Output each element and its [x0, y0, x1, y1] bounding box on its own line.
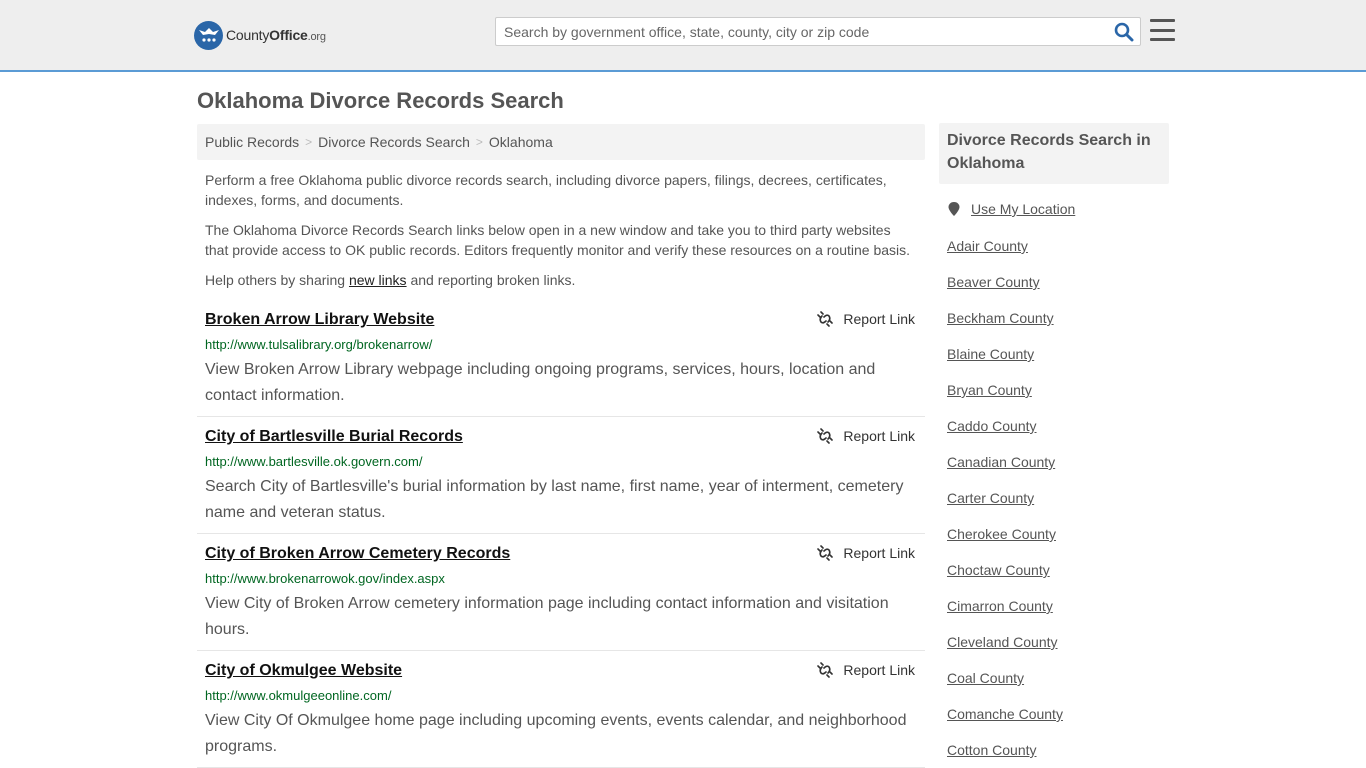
intro-help-text: Help others by sharing [205, 272, 349, 288]
result-url-link[interactable]: http://www.tulsalibrary.org/brokenarrow/ [205, 337, 432, 352]
result-description: View City Of Okmulgee home page includin… [205, 712, 907, 755]
county-link[interactable]: Cherokee County [947, 526, 1056, 542]
county-link[interactable]: Canadian County [947, 454, 1055, 470]
report-link-label: Report Link [843, 545, 915, 561]
page-title: Oklahoma Divorce Records Search [197, 88, 564, 113]
county-link[interactable]: Comanche County [947, 706, 1063, 722]
eagle-logo-icon [194, 20, 223, 50]
intro-paragraph-3: Help others by sharing new links and rep… [205, 270, 917, 290]
result-item: Broken Arrow Library Website Report Link… [197, 311, 925, 417]
county-list: Adair County Beaver County Beckham Count… [947, 236, 1063, 768]
county-link[interactable]: Caddo County [947, 418, 1037, 434]
report-link-label: Report Link [843, 311, 915, 327]
search-icon[interactable] [1114, 22, 1134, 42]
map-pin-icon [948, 202, 960, 216]
list-item: Cotton County [947, 740, 1063, 768]
broken-link-icon [817, 311, 834, 327]
result-title-link[interactable]: Broken Arrow Library Website [205, 311, 434, 329]
list-item: Caddo County [947, 416, 1063, 452]
list-item: Cimarron County [947, 596, 1063, 632]
logo-county: County [226, 27, 270, 43]
site-header: CountyOffice.org [0, 0, 1366, 72]
county-link[interactable]: Choctaw County [947, 562, 1050, 578]
result-item: City of Okmulgee Website Report Link htt… [197, 662, 925, 768]
sidebar-heading: Divorce Records Search in Oklahoma [939, 123, 1169, 184]
list-item: Choctaw County [947, 560, 1063, 596]
report-link-label: Report Link [843, 428, 915, 444]
search-bar [495, 17, 1141, 46]
list-item: Adair County [947, 236, 1063, 272]
report-link-label: Report Link [843, 662, 915, 678]
intro-paragraph-2: The Oklahoma Divorce Records Search link… [205, 222, 911, 258]
result-title-link[interactable]: City of Bartlesville Burial Records [205, 428, 463, 446]
county-link[interactable]: Coal County [947, 670, 1024, 686]
logo-office: Office [269, 27, 308, 43]
result-url-link[interactable]: http://www.brokenarrowok.gov/index.aspx [205, 571, 445, 586]
breadcrumb: Public Records > Divorce Records Search … [197, 124, 925, 160]
breadcrumb-divorce-records[interactable]: Divorce Records Search [318, 134, 470, 150]
result-url-link[interactable]: http://www.okmulgeeonline.com/ [205, 688, 391, 703]
list-item: Cleveland County [947, 632, 1063, 668]
breadcrumb-oklahoma[interactable]: Oklahoma [489, 134, 553, 150]
county-link[interactable]: Carter County [947, 490, 1034, 506]
result-item: City of Broken Arrow Cemetery Records Re… [197, 545, 925, 651]
list-item: Canadian County [947, 452, 1063, 488]
broken-link-icon [817, 662, 834, 678]
site-logo[interactable]: CountyOffice.org [194, 20, 326, 50]
logo-wordmark: CountyOffice.org [226, 27, 326, 43]
list-item: Coal County [947, 668, 1063, 704]
result-title-link[interactable]: City of Okmulgee Website [205, 662, 402, 680]
report-link-button[interactable]: Report Link [817, 545, 915, 561]
intro-paragraph-1: Perform a free Oklahoma public divorce r… [205, 172, 887, 208]
result-description: View Broken Arrow Library webpage includ… [205, 361, 876, 404]
breadcrumb-separator: > [305, 135, 313, 149]
report-link-button[interactable]: Report Link [817, 428, 915, 444]
county-link[interactable]: Blaine County [947, 346, 1034, 362]
result-description: Search City of Bartlesville's burial inf… [205, 478, 904, 521]
county-link[interactable]: Cotton County [947, 742, 1037, 758]
breadcrumb-separator: > [475, 135, 483, 149]
list-item: Beckham County [947, 308, 1063, 344]
broken-link-icon [817, 545, 834, 561]
broken-link-icon [817, 428, 834, 444]
new-links-link[interactable]: new links [349, 272, 407, 288]
county-link[interactable]: Adair County [947, 238, 1028, 254]
use-my-location-label: Use My Location [971, 201, 1076, 217]
county-link[interactable]: Bryan County [947, 382, 1032, 398]
list-item: Cherokee County [947, 524, 1063, 560]
report-link-button[interactable]: Report Link [817, 311, 915, 327]
logo-org: .org [307, 31, 326, 43]
county-link[interactable]: Cleveland County [947, 634, 1058, 650]
list-item: Carter County [947, 488, 1063, 524]
county-link[interactable]: Beaver County [947, 274, 1040, 290]
result-description: View City of Broken Arrow cemetery infor… [205, 595, 889, 638]
county-link[interactable]: Cimarron County [947, 598, 1053, 614]
hamburger-menu-icon[interactable] [1150, 19, 1175, 41]
intro-help-text-end: and reporting broken links. [406, 272, 576, 288]
county-link[interactable]: Beckham County [947, 310, 1054, 326]
list-item: Beaver County [947, 272, 1063, 308]
result-title-link[interactable]: City of Broken Arrow Cemetery Records [205, 545, 510, 563]
breadcrumb-public-records[interactable]: Public Records [205, 134, 299, 150]
report-link-button[interactable]: Report Link [817, 662, 915, 678]
list-item: Comanche County [947, 704, 1063, 740]
search-input[interactable] [496, 18, 1106, 45]
result-url-link[interactable]: http://www.bartlesville.ok.govern.com/ [205, 454, 422, 469]
use-my-location-link[interactable]: Use My Location [947, 201, 1075, 217]
list-item: Blaine County [947, 344, 1063, 380]
list-item: Bryan County [947, 380, 1063, 416]
result-item: City of Bartlesville Burial Records Repo… [197, 428, 925, 534]
